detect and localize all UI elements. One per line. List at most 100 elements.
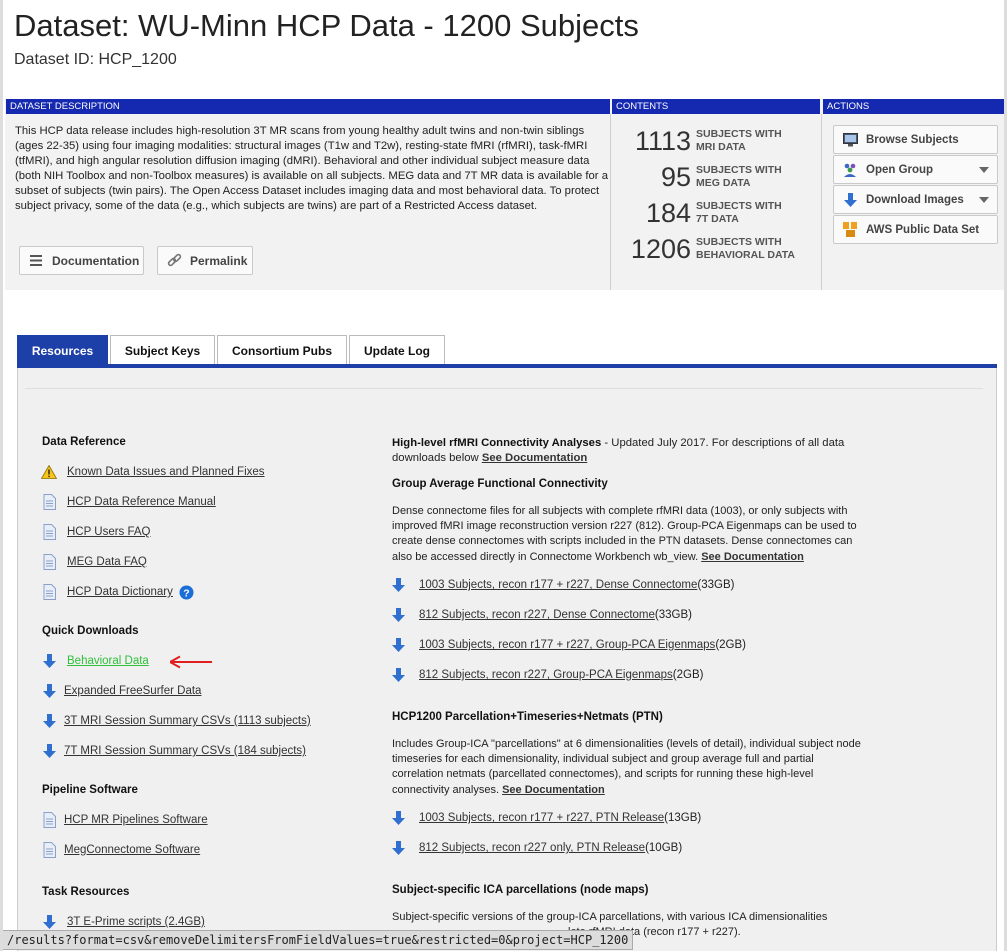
list-item[interactable]: 1003 Subjects, recon r177 + r227, Dense … bbox=[392, 577, 735, 593]
file-size: (2GB) bbox=[715, 639, 746, 651]
document-icon bbox=[41, 842, 57, 858]
file-size: (13GB) bbox=[664, 812, 702, 824]
mr-pipelines-link[interactable]: HCP MR Pipelines Software bbox=[64, 814, 208, 826]
megconnectome-link[interactable]: MegConnectome Software bbox=[64, 844, 200, 856]
rfmri-intro: High-level rfMRI Connectivity Analyses -… bbox=[392, 436, 867, 466]
document-icon bbox=[41, 524, 57, 540]
dataset-description-header: DATASET DESCRIPTION bbox=[6, 99, 610, 114]
document-icon bbox=[41, 812, 57, 828]
open-group-label: Open Group bbox=[866, 163, 934, 176]
download-arrow-icon bbox=[392, 607, 408, 623]
list-item[interactable]: 1003 Subjects, recon r177 + r227, PTN Re… bbox=[392, 810, 701, 826]
aws-public-data-set-label: AWS Public Data Set bbox=[866, 223, 980, 236]
contents-label: SUBJECTS WITH BEHAVIORAL DATA bbox=[696, 236, 795, 261]
contents-row-behavioral: 1206 SUBJECTS WITH BEHAVIORAL DATA bbox=[615, 232, 820, 266]
contents-header: CONTENTS bbox=[612, 99, 820, 114]
documentation-label: Documentation bbox=[52, 253, 140, 268]
ica-text-line-1: Subject-specific versions of the group-I… bbox=[392, 911, 828, 923]
list-item[interactable]: 812 Subjects, recon r227, Dense Connecto… bbox=[392, 607, 692, 623]
download-arrow-icon bbox=[41, 683, 57, 699]
tab-update-log[interactable]: Update Log bbox=[349, 335, 445, 365]
open-group-dropdown[interactable]: Open Group bbox=[833, 155, 998, 184]
documentation-button[interactable]: Documentation bbox=[19, 246, 144, 275]
dataset-id: Dataset ID: HCP_1200 bbox=[14, 51, 177, 68]
data-reference-heading: Data Reference bbox=[42, 436, 126, 448]
status-bar-url: /results?format=csv&removeDelimitersFrom… bbox=[3, 930, 634, 950]
contents-label: SUBJECTS WITH MEG DATA bbox=[696, 164, 782, 189]
divider bbox=[610, 114, 611, 290]
tab-subject-keys[interactable]: Subject Keys bbox=[110, 335, 215, 365]
list-item[interactable]: MegConnectome Software bbox=[41, 842, 200, 858]
download-arrow-icon bbox=[392, 667, 408, 683]
divider bbox=[821, 114, 822, 290]
group-average-fc-text: Dense connectome files for all subjects … bbox=[392, 505, 857, 563]
eprime-scripts-link[interactable]: 3T E-Prime scripts (2.4GB) bbox=[67, 916, 205, 928]
list-item[interactable]: 812 Subjects, recon r227, Group-PCA Eige… bbox=[392, 667, 703, 683]
help-icon[interactable]: ? bbox=[179, 585, 194, 600]
aws-public-data-set-button[interactable]: AWS Public Data Set bbox=[833, 215, 998, 244]
see-documentation-link[interactable]: See Documentation bbox=[502, 784, 605, 796]
list-item[interactable]: 3T E-Prime scripts (2.4GB) bbox=[41, 914, 205, 930]
page-title: Dataset: WU-Minn HCP Data - 1200 Subject… bbox=[14, 8, 639, 43]
page: Dataset: WU-Minn HCP Data - 1200 Subject… bbox=[0, 0, 1007, 951]
list-item[interactable]: HCP MR Pipelines Software bbox=[41, 812, 208, 828]
meg-subject-count: 95 bbox=[660, 161, 691, 192]
quick-downloads-heading: Quick Downloads bbox=[42, 625, 139, 637]
list-item[interactable]: 1003 Subjects, recon r177 + r227, Group-… bbox=[392, 637, 746, 653]
expanded-freesurfer-link[interactable]: Expanded FreeSurfer Data bbox=[64, 685, 201, 697]
download-arrow-icon bbox=[842, 192, 858, 208]
list-item[interactable]: MEG Data FAQ bbox=[41, 554, 147, 570]
permalink-button[interactable]: Permalink bbox=[157, 246, 253, 275]
task-resources-heading: Task Resources bbox=[42, 886, 130, 898]
data-dictionary-link[interactable]: HCP Data Dictionary bbox=[67, 586, 173, 598]
list-item[interactable]: HCP Data Reference Manual bbox=[41, 494, 216, 510]
file-size: (33GB) bbox=[654, 609, 692, 621]
known-data-issues-link[interactable]: Known Data Issues and Planned Fixes bbox=[67, 466, 265, 478]
see-documentation-link[interactable]: See Documentation bbox=[482, 452, 587, 464]
link-icon bbox=[166, 253, 182, 269]
tab-resources[interactable]: Resources bbox=[17, 335, 108, 365]
tab-consortium-pubs[interactable]: Consortium Pubs bbox=[217, 335, 347, 365]
aws-icon bbox=[842, 222, 858, 238]
list-item[interactable]: HCP Users FAQ bbox=[41, 524, 151, 540]
download-arrow-icon bbox=[41, 653, 57, 669]
ica-heading: Subject-specific ICA parcellations (node… bbox=[392, 884, 649, 896]
see-documentation-link[interactable]: See Documentation bbox=[701, 551, 804, 563]
7t-session-summary-link[interactable]: 7T MRI Session Summary CSVs (184 subject… bbox=[64, 745, 306, 757]
download-arrow-icon bbox=[392, 810, 408, 826]
chevron-down-icon bbox=[979, 197, 989, 203]
reference-manual-link[interactable]: HCP Data Reference Manual bbox=[67, 496, 216, 508]
3t-session-summary-link[interactable]: 3T MRI Session Summary CSVs (1113 subjec… bbox=[64, 715, 311, 727]
svg-text:?: ? bbox=[183, 587, 189, 599]
list-item[interactable]: Expanded FreeSurfer Data bbox=[41, 683, 201, 699]
dense-connectome-812-link[interactable]: 812 Subjects, recon r227, Dense Connecto… bbox=[419, 609, 655, 621]
document-icon bbox=[41, 494, 57, 510]
divider bbox=[25, 388, 983, 389]
document-icon bbox=[41, 554, 57, 570]
list-item[interactable]: Known Data Issues and Planned Fixes bbox=[41, 464, 265, 480]
ptn-1003-link[interactable]: 1003 Subjects, recon r177 + r227, PTN Re… bbox=[419, 812, 664, 824]
group-icon bbox=[842, 162, 858, 178]
contents-row-7t: 184 SUBJECTS WITH 7T DATA bbox=[615, 196, 820, 230]
behavioral-data-link[interactable]: Behavioral Data bbox=[67, 655, 149, 667]
list-icon bbox=[28, 253, 44, 269]
browse-subjects-label: Browse Subjects bbox=[866, 133, 959, 146]
list-item[interactable]: Behavioral Data bbox=[41, 653, 149, 669]
download-images-label: Download Images bbox=[866, 193, 964, 206]
dataset-description: This HCP data release includes high-reso… bbox=[15, 125, 608, 212]
list-item[interactable]: HCP Data Dictionary ? bbox=[41, 584, 194, 600]
users-faq-link[interactable]: HCP Users FAQ bbox=[67, 526, 151, 538]
download-images-dropdown[interactable]: Download Images bbox=[833, 185, 998, 214]
browse-subjects-button[interactable]: Browse Subjects bbox=[833, 125, 998, 154]
eigenmaps-812-link[interactable]: 812 Subjects, recon r227, Group-PCA Eige… bbox=[419, 669, 673, 681]
ptn-812-link[interactable]: 812 Subjects, recon r227 only, PTN Relea… bbox=[419, 842, 645, 854]
list-item[interactable]: 7T MRI Session Summary CSVs (184 subject… bbox=[41, 743, 306, 759]
file-size: (33GB) bbox=[697, 579, 735, 591]
list-item[interactable]: 3T MRI Session Summary CSVs (1113 subjec… bbox=[41, 713, 311, 729]
dense-connectome-1003-link[interactable]: 1003 Subjects, recon r177 + r227, Dense … bbox=[419, 579, 697, 591]
ptn-heading: HCP1200 Parcellation+Timeseries+Netmats … bbox=[392, 711, 663, 723]
download-arrow-icon bbox=[41, 713, 57, 729]
list-item[interactable]: 812 Subjects, recon r227 only, PTN Relea… bbox=[392, 840, 682, 856]
meg-data-faq-link[interactable]: MEG Data FAQ bbox=[67, 556, 147, 568]
eigenmaps-1003-link[interactable]: 1003 Subjects, recon r177 + r227, Group-… bbox=[419, 639, 715, 651]
